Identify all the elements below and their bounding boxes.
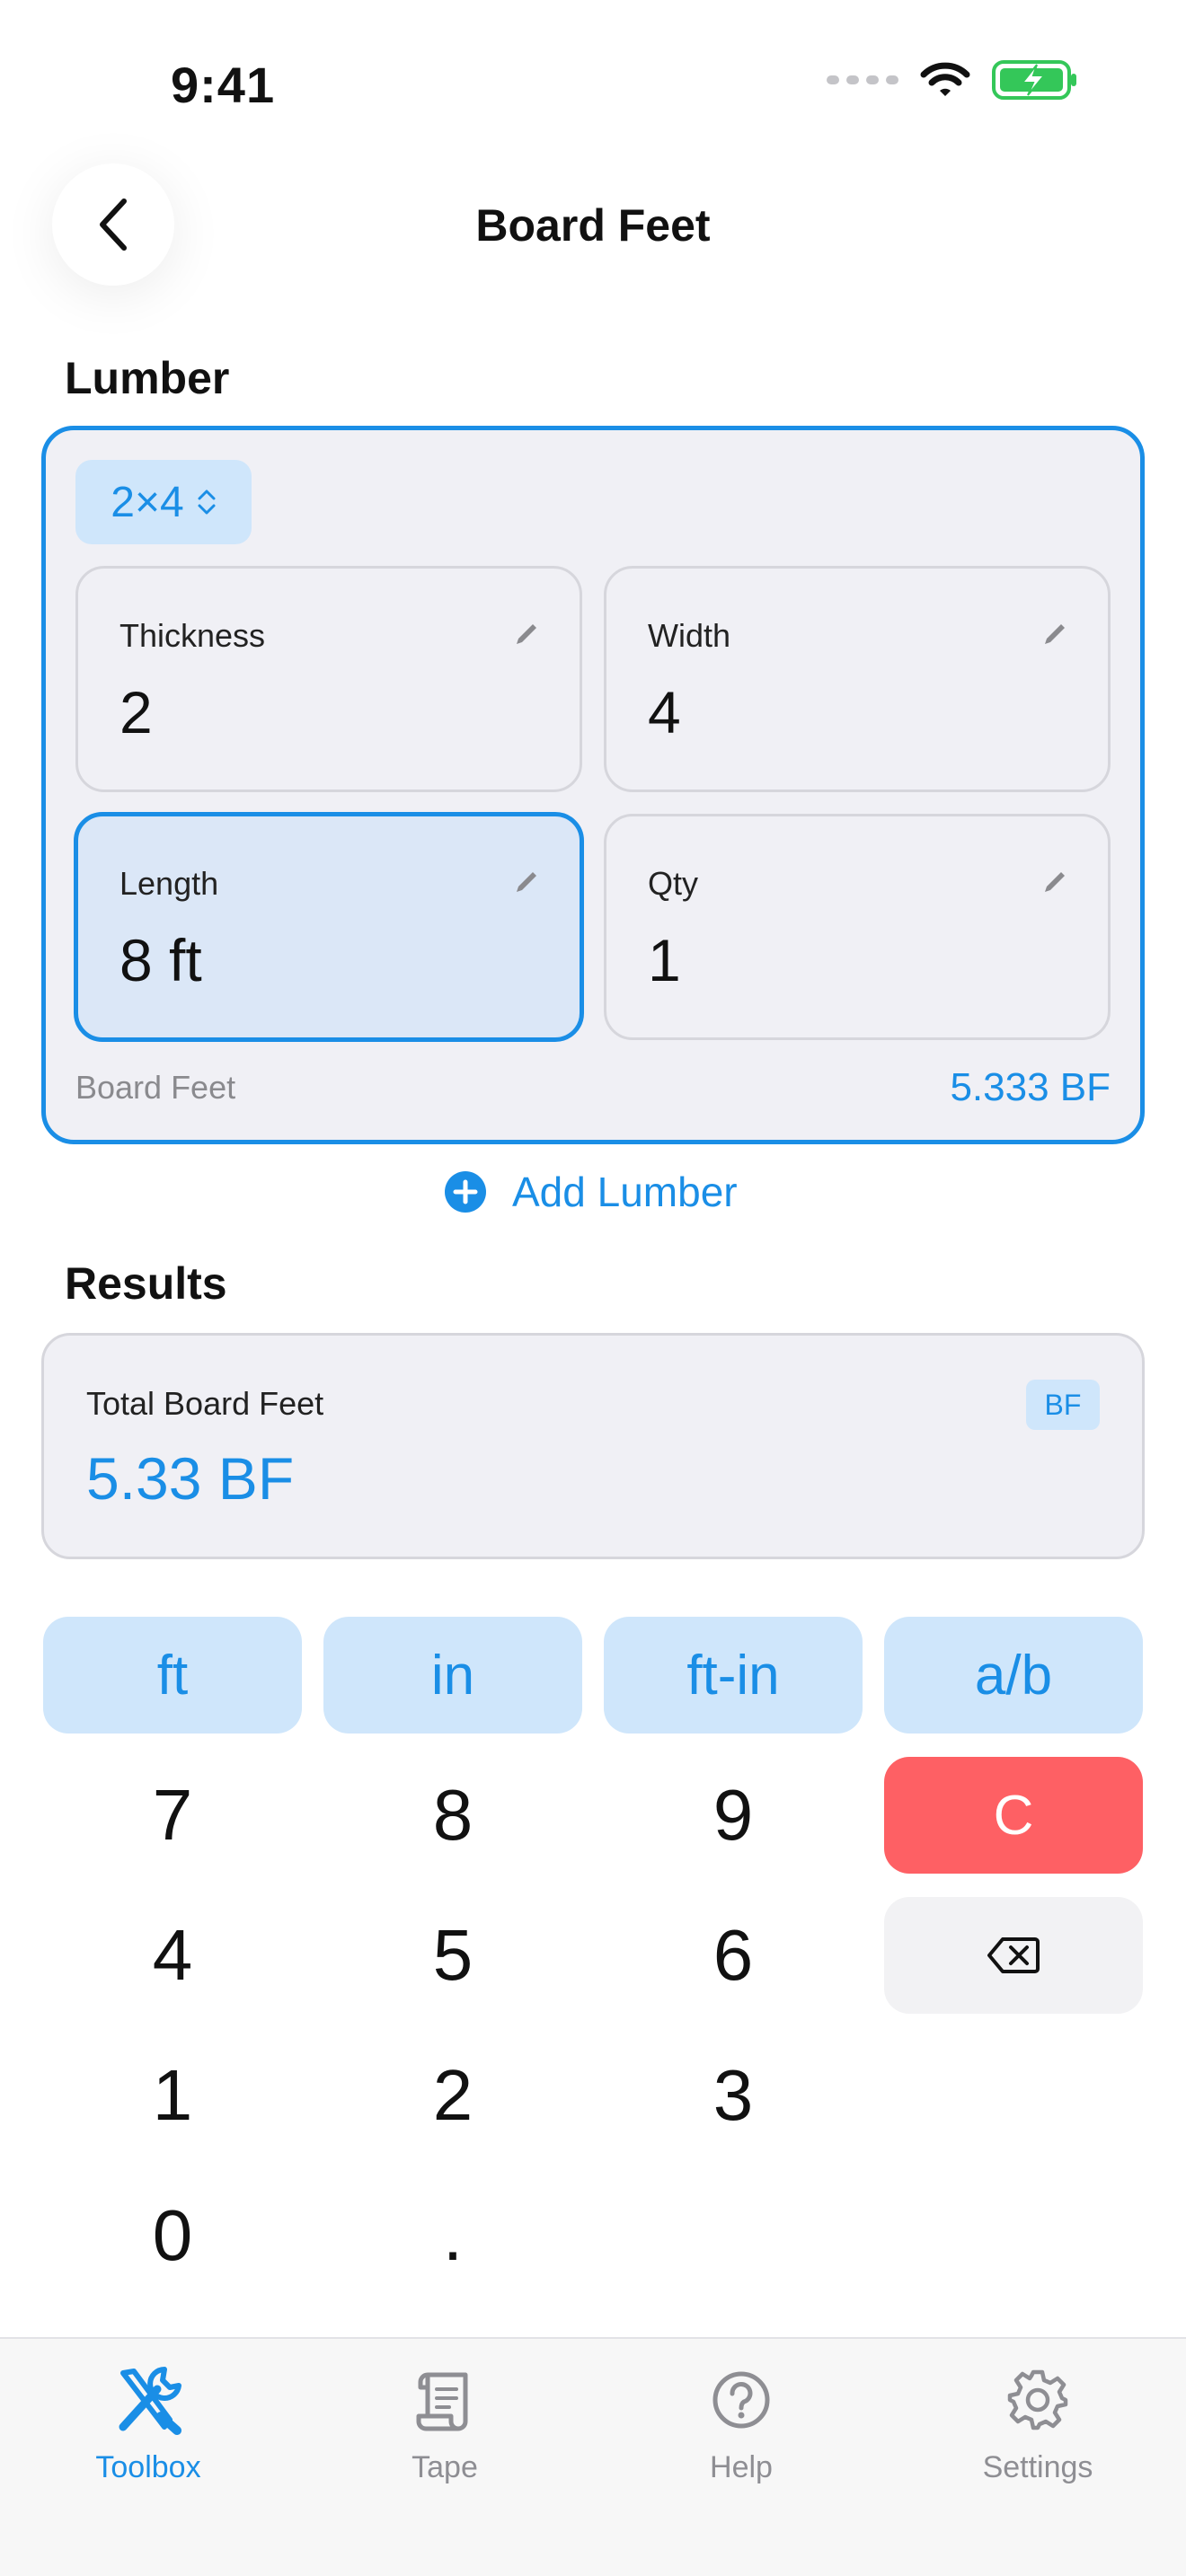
add-lumber-button[interactable]: Add Lumber <box>444 1168 738 1216</box>
tab-settings-label: Settings <box>982 2450 1093 2484</box>
qty-field[interactable]: Qty 1 <box>604 814 1111 1040</box>
key-5[interactable]: 5 <box>323 1897 582 2014</box>
key-9[interactable]: 9 <box>604 1757 863 1874</box>
length-value: 8 ft <box>119 927 202 993</box>
width-value: 4 <box>648 679 681 745</box>
cellular-signal-icon <box>827 75 898 84</box>
scroll-icon <box>416 2372 468 2431</box>
width-label: Width <box>648 617 731 654</box>
tab-tape[interactable]: Tape <box>346 2362 544 2485</box>
board-feet-value: 5.333 BF <box>950 1065 1111 1109</box>
unit-key-ft-in[interactable]: ft-in <box>604 1617 863 1734</box>
page-title: Board Feet <box>475 200 711 251</box>
key-7[interactable]: 7 <box>43 1757 302 1874</box>
pencil-icon <box>517 872 536 892</box>
unit-key-fraction[interactable]: a/b <box>884 1617 1143 1734</box>
key-6[interactable]: 6 <box>604 1897 863 2014</box>
key-8[interactable]: 8 <box>323 1757 582 1874</box>
key-0[interactable]: 0 <box>43 2177 302 2294</box>
status-time: 9:41 <box>171 57 276 113</box>
tab-toolbox-label: Toolbox <box>95 2450 201 2484</box>
length-label: Length <box>119 865 219 902</box>
tools-icon <box>119 2367 181 2435</box>
delete-button[interactable] <box>884 1897 1143 2014</box>
thickness-value: 2 <box>119 679 153 745</box>
add-lumber-label: Add Lumber <box>512 1169 738 1215</box>
pencil-icon <box>1045 872 1065 892</box>
unit-badge: BF <box>1026 1380 1100 1430</box>
lumber-section-title: Lumber <box>65 353 230 403</box>
status-icons <box>827 59 1078 101</box>
board-feet-label: Board Feet <box>75 1069 236 1106</box>
lumber-preset-selector[interactable]: 2×4 <box>75 460 252 544</box>
question-circle-icon <box>712 2371 770 2429</box>
gear-icon <box>1007 2369 1068 2430</box>
tab-help[interactable]: Help <box>642 2362 840 2485</box>
battery-charging-icon <box>992 60 1076 100</box>
key-3[interactable]: 3 <box>604 2037 863 2154</box>
pencil-icon <box>517 624 536 644</box>
delete-backward-icon <box>987 1937 1040 1973</box>
lumber-preset-label: 2×4 <box>111 478 184 526</box>
total-board-feet-value: 5.33 BF <box>86 1445 295 1512</box>
tab-tape-label: Tape <box>412 2450 478 2484</box>
thickness-field[interactable]: Thickness 2 <box>75 566 582 792</box>
key-decimal[interactable]: . <box>323 2177 582 2294</box>
results-section-title: Results <box>65 1258 227 1309</box>
tab-help-label: Help <box>710 2450 773 2484</box>
length-field[interactable]: Length 8 ft <box>74 812 584 1042</box>
tab-toolbox[interactable]: Toolbox <box>49 2362 247 2485</box>
chevron-up-down-icon <box>198 490 216 515</box>
plus-circle-icon <box>445 1171 486 1213</box>
qty-value: 1 <box>648 927 681 993</box>
clear-button[interactable]: C <box>884 1757 1143 1874</box>
width-field[interactable]: Width 4 <box>604 566 1111 792</box>
qty-label: Qty <box>648 865 699 902</box>
pencil-icon <box>1045 624 1065 644</box>
total-board-feet-label: Total Board Feet <box>86 1385 324 1422</box>
key-1[interactable]: 1 <box>43 2037 302 2154</box>
wifi-icon <box>920 62 970 96</box>
thickness-label: Thickness <box>119 617 266 654</box>
unit-key-ft[interactable]: ft <box>43 1617 302 1734</box>
unit-key-in[interactable]: in <box>323 1617 582 1734</box>
key-4[interactable]: 4 <box>43 1897 302 2014</box>
tab-settings[interactable]: Settings <box>939 2362 1137 2485</box>
key-2[interactable]: 2 <box>323 2037 582 2154</box>
